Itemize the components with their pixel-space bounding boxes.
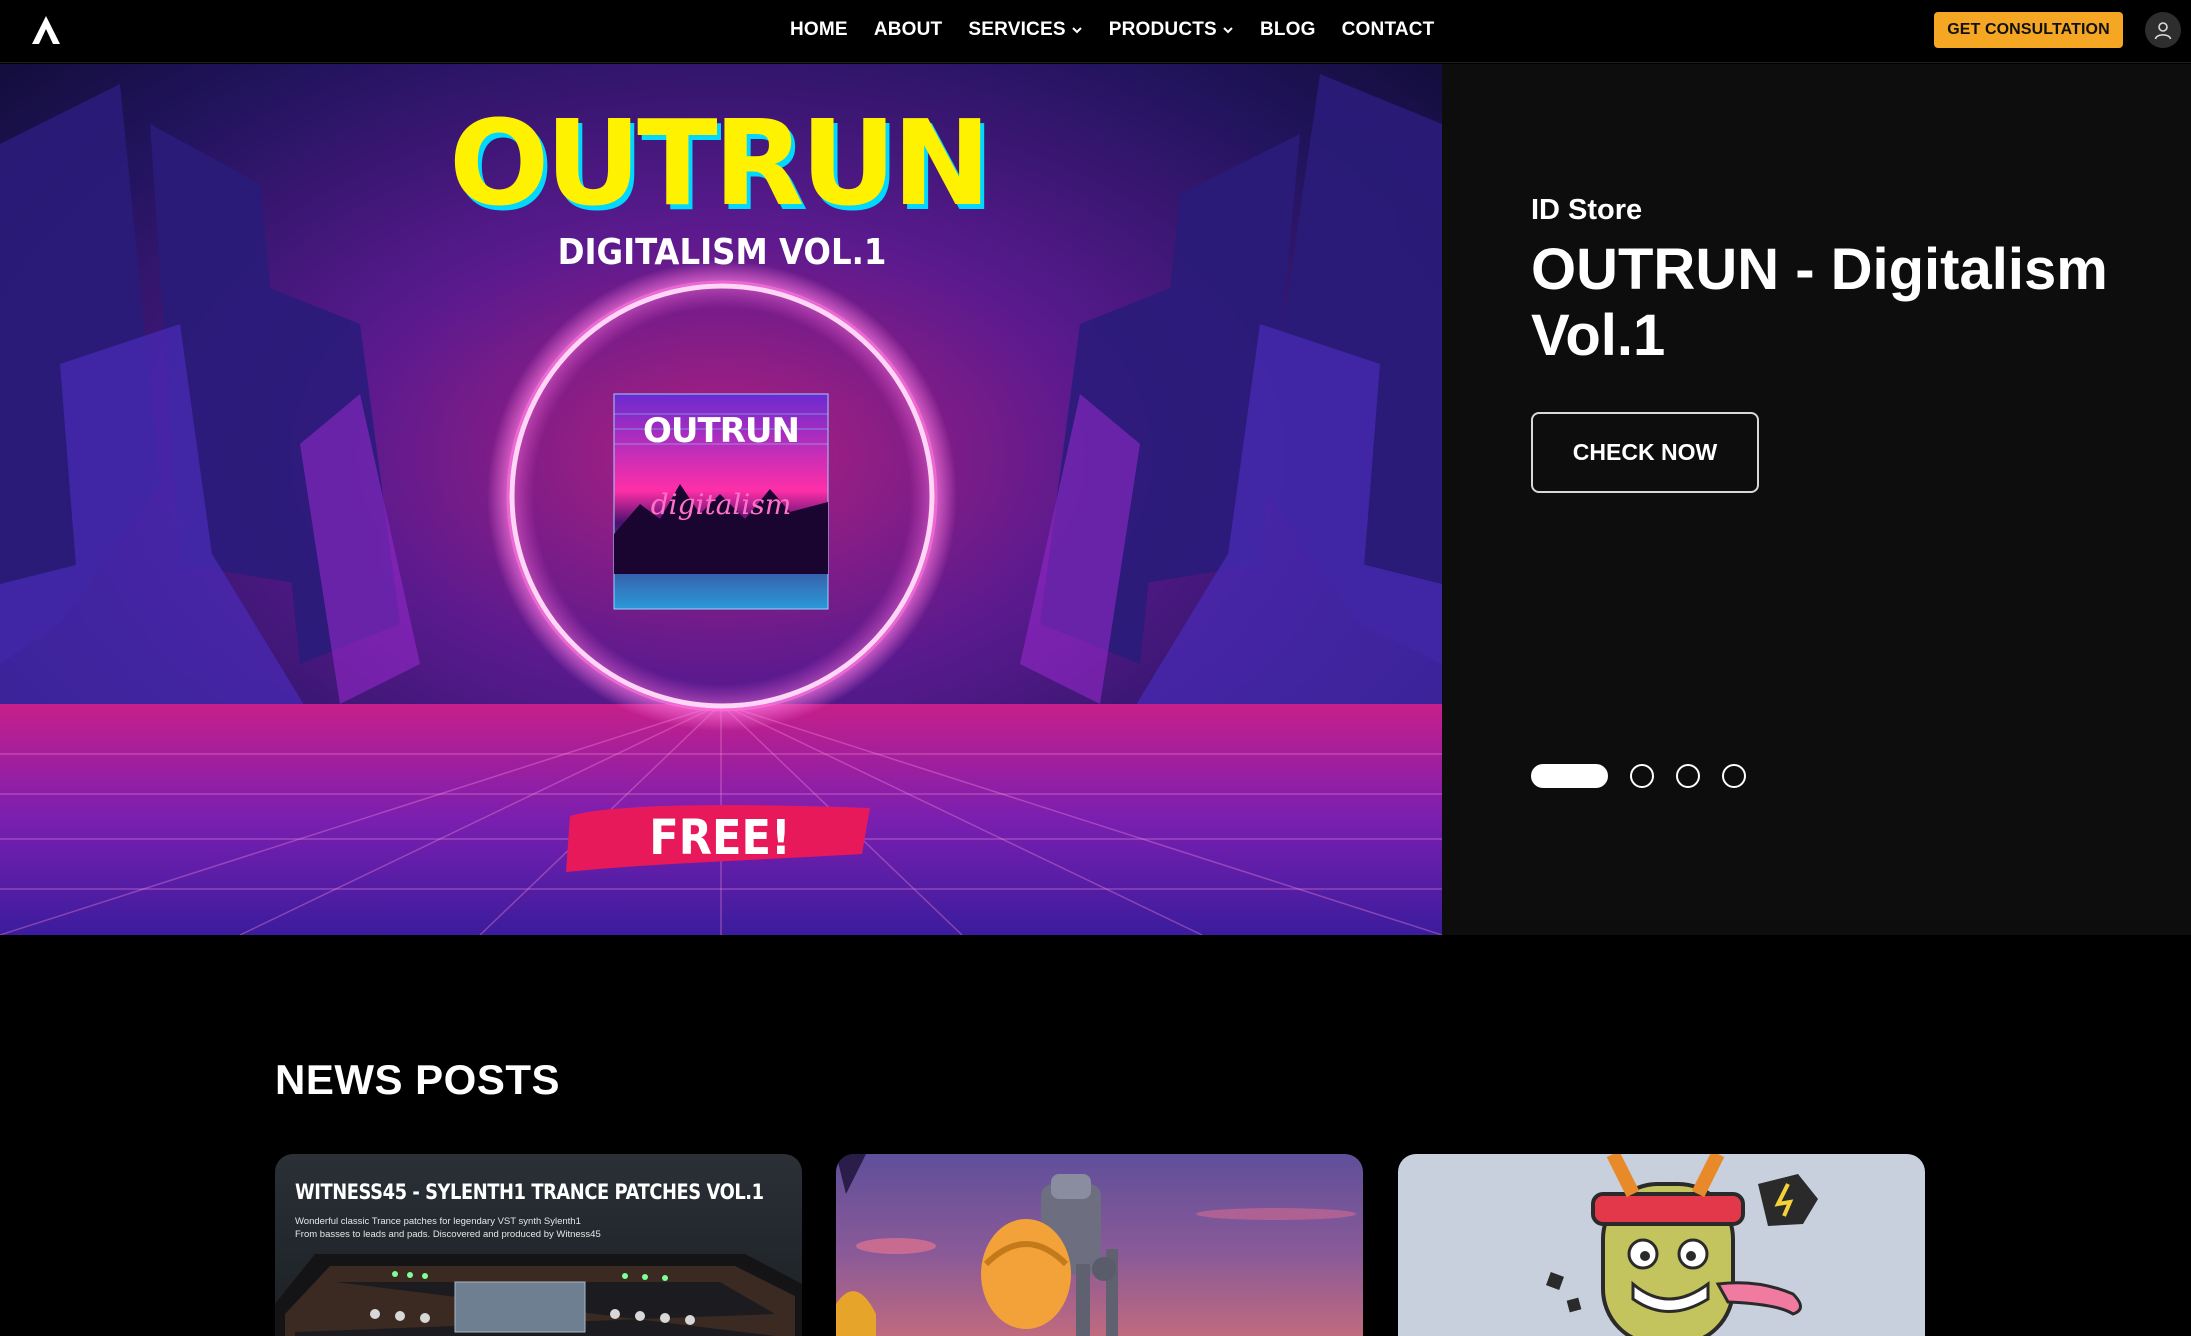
astronaut-illustration: [836, 1154, 1356, 1336]
get-consultation-button[interactable]: GET CONSULTATION: [1934, 12, 2123, 48]
nav-about-label: ABOUT: [873, 19, 943, 40]
check-now-button[interactable]: CHECK NOW: [1531, 412, 1759, 493]
artwork-badge: FREE!: [649, 810, 790, 866]
monster-illustration: [1546, 1154, 1818, 1336]
main-menu: HOME ABOUT SERVICES PRODUCTS BLOG CONTAC…: [790, 0, 1435, 60]
slider-dot-2[interactable]: [1630, 764, 1654, 788]
nav-services[interactable]: SERVICES: [968, 19, 1082, 41]
artwork-subheadline: DIGITALISM VOL.1: [558, 232, 887, 273]
store-label: ID Store: [1531, 194, 1643, 226]
nav-blog[interactable]: BLOG: [1260, 19, 1316, 41]
hero-slide-info: ID Store OUTRUN - Digitalism Vol.1: [1531, 194, 2151, 369]
news-card[interactable]: [836, 1154, 1363, 1336]
nav-blog-label: BLOG: [1259, 19, 1316, 40]
nav-services-label: SERVICES: [968, 19, 1066, 40]
cover-script: digitalism: [651, 488, 792, 521]
brand-logo-icon[interactable]: [30, 14, 62, 46]
nav-home-label: HOME: [790, 19, 848, 40]
news-posts-heading: NEWS POSTS: [275, 1056, 561, 1103]
slider-dot-3[interactable]: [1676, 764, 1700, 788]
hero-slide-image[interactable]: OUTRUN OUTRUN DIGITALISM VOL.1 OUTRUN di…: [0, 64, 1442, 935]
news-card[interactable]: WITNESS45 - SYLENTH1 TRANCE PATCHES VOL.…: [275, 1154, 802, 1336]
top-navbar: HOME ABOUT SERVICES PRODUCTS BLOG CONTAC…: [0, 0, 2191, 63]
slide-title: OUTRUN - Digitalism Vol.1: [1531, 237, 2151, 369]
nav-about[interactable]: ABOUT: [874, 19, 943, 41]
user-account-button[interactable]: [2145, 12, 2181, 48]
artwork-headline: OUTRUN: [449, 94, 987, 232]
slider-dot-4[interactable]: [1722, 764, 1746, 788]
user-icon: [2154, 22, 2172, 40]
chevron-down-icon: [1072, 27, 1082, 34]
outrun-artwork: OUTRUN OUTRUN DIGITALISM VOL.1 OUTRUN di…: [0, 64, 1442, 935]
synth-hardware-image: [275, 1254, 802, 1336]
chevron-down-icon: [1223, 27, 1233, 34]
slide-title-line2: Vol.1: [1531, 303, 1666, 368]
cover-title: OUTRUN: [643, 411, 799, 451]
nav-products[interactable]: PRODUCTS: [1109, 19, 1234, 41]
news-card[interactable]: [1398, 1154, 1925, 1336]
nav-home[interactable]: HOME: [790, 19, 848, 41]
slider-pagination: [1531, 764, 1746, 788]
hero-slider: OUTRUN OUTRUN DIGITALISM VOL.1 OUTRUN di…: [0, 64, 2191, 935]
nav-contact-label: CONTACT: [1341, 19, 1435, 40]
slider-dot-1[interactable]: [1531, 764, 1608, 788]
slide-title-line1: OUTRUN - Digitalism: [1531, 237, 2108, 302]
nav-products-label: PRODUCTS: [1108, 19, 1217, 40]
nav-contact[interactable]: CONTACT: [1342, 19, 1435, 41]
